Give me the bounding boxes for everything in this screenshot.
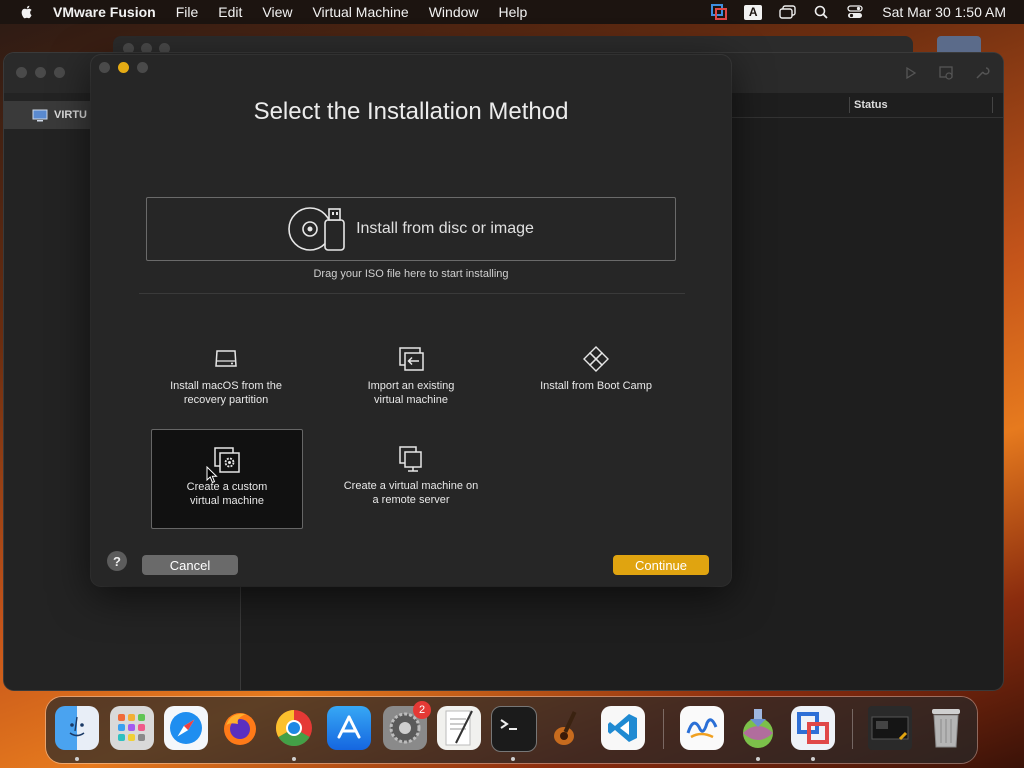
garageband-icon[interactable] <box>546 706 590 750</box>
minimize-button[interactable] <box>35 67 46 78</box>
vmware-fusion-icon[interactable] <box>791 706 835 750</box>
settings-wrench-icon[interactable] <box>974 65 990 81</box>
option-boot-camp[interactable]: Install from Boot Camp <box>521 329 671 427</box>
launchpad-icon[interactable] <box>110 706 154 750</box>
option-label-line1: Import an existing <box>367 380 455 392</box>
search-icon[interactable] <box>812 4 830 20</box>
freeform-icon[interactable] <box>680 706 724 750</box>
snapshot-icon[interactable] <box>938 65 954 81</box>
downloads-stack-icon[interactable] <box>868 706 912 750</box>
option-label-line2: virtual machine <box>374 394 448 406</box>
option-label-line1: Install macOS from the <box>170 380 282 392</box>
clock[interactable]: Sat Mar 30 1:50 AM <box>882 4 1006 20</box>
option-label-line1: Create a virtual machine on <box>343 480 479 492</box>
menu-file[interactable]: File <box>176 4 199 20</box>
cancel-button[interactable]: Cancel <box>142 555 238 575</box>
dialog-zoom-button[interactable] <box>137 62 148 73</box>
dock: 2 <box>46 697 977 763</box>
trash-icon[interactable] <box>924 706 968 750</box>
option-label-line2: a remote server <box>372 494 450 506</box>
drive-icon <box>215 350 237 367</box>
menu-edit[interactable]: Edit <box>218 4 242 20</box>
apple-icon[interactable] <box>19 4 35 20</box>
sidebar-item-label: VIRTU <box>54 109 87 121</box>
option-custom-vm[interactable]: Create a custom virtual machine <box>151 429 303 529</box>
menu-help[interactable]: Help <box>499 4 528 20</box>
menu-window[interactable]: Window <box>429 4 479 20</box>
drag-iso-hint: Drag your ISO file here to start install… <box>313 268 509 280</box>
vscode-icon[interactable] <box>601 706 645 750</box>
screen-mirroring-icon[interactable] <box>778 4 796 20</box>
import-icon <box>399 347 424 371</box>
play-icon[interactable] <box>902 65 918 81</box>
installation-method-dialog: Select the Installation Method Install f… <box>91 55 731 586</box>
close-button[interactable] <box>16 67 27 78</box>
menu-bar: VMware Fusion File Edit View Virtual Mac… <box>0 0 1024 24</box>
monitor-icon <box>32 109 48 121</box>
safari-icon[interactable] <box>164 706 208 750</box>
firefox-icon[interactable] <box>218 706 262 750</box>
notification-badge: 2 <box>413 701 431 719</box>
column-status[interactable]: Status <box>854 99 888 111</box>
textedit-icon[interactable] <box>437 706 481 750</box>
dialog-close-button[interactable] <box>99 62 110 73</box>
option-macos-recovery[interactable]: Install macOS from the recovery partitio… <box>151 329 301 427</box>
app-store-icon[interactable] <box>327 706 371 750</box>
help-button[interactable]: ? <box>107 551 127 571</box>
control-center-icon[interactable] <box>846 4 864 20</box>
dialog-title: Select the Installation Method <box>253 98 569 125</box>
mouse-cursor-icon <box>206 466 218 484</box>
zoom-button[interactable] <box>54 67 65 78</box>
option-label-line1: Install from Boot Camp <box>540 380 652 392</box>
option-label-line1: Create a custom <box>186 481 268 493</box>
input-source-icon[interactable]: A <box>744 4 763 20</box>
finder-icon[interactable] <box>55 706 99 750</box>
menu-view[interactable]: View <box>262 4 292 20</box>
menu-app-name[interactable]: VMware Fusion <box>53 4 156 20</box>
option-label-line2: virtual machine <box>190 495 264 507</box>
install-from-disc-button[interactable]: Install from disc or image <box>146 197 676 261</box>
continue-button[interactable]: Continue <box>613 555 709 575</box>
chrome-icon[interactable] <box>272 706 316 750</box>
dialog-minimize-button[interactable] <box>118 62 129 73</box>
menu-virtual-machine[interactable]: Virtual Machine <box>312 4 408 20</box>
option-import-vm[interactable]: Import an existing virtual machine <box>336 329 486 427</box>
divider <box>139 293 685 294</box>
disc-usb-icon <box>288 207 345 251</box>
macos-installer-icon[interactable] <box>736 706 780 750</box>
option-remote-server[interactable]: Create a virtual machine on a remote ser… <box>336 429 486 527</box>
terminal-icon[interactable] <box>491 706 537 752</box>
vmware-status-icon[interactable] <box>710 4 728 20</box>
option-label-line2: recovery partition <box>183 394 269 406</box>
install-from-disc-label: Install from disc or image <box>356 220 534 237</box>
bootcamp-icon <box>583 346 609 372</box>
remote-server-icon <box>399 446 422 472</box>
system-settings-icon[interactable]: 2 <box>383 701 431 750</box>
